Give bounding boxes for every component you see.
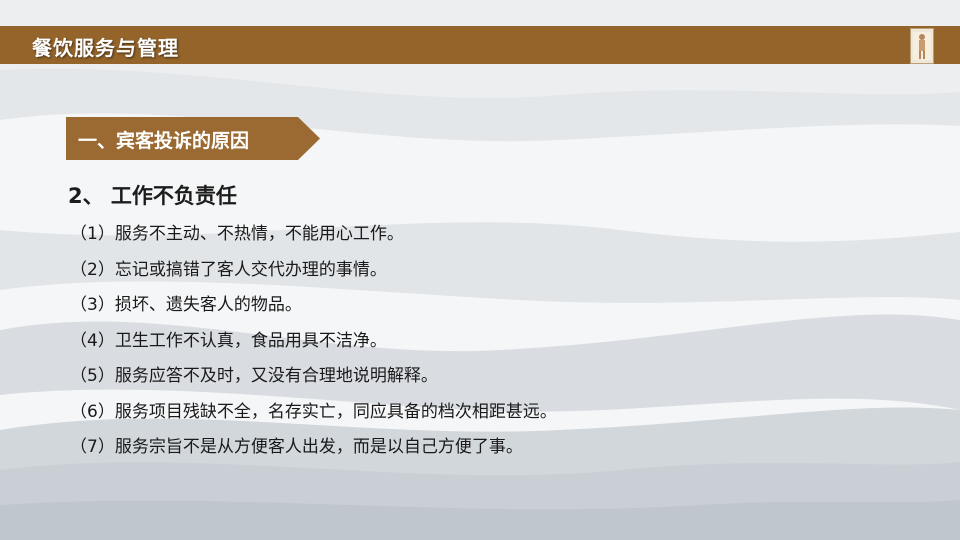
list-item: （1）服务不主动、不热情，不能用心工作。 <box>70 224 404 244</box>
reason-list: （1）服务不主动、不热情，不能用心工作。 （2）忘记或搞错了客人交代办理的事情。… <box>70 222 557 471</box>
figure-logo-icon <box>910 28 934 64</box>
sub-heading: 2、 工作不负责任 <box>68 184 237 208</box>
header-title: 餐饮服务与管理 <box>32 36 179 60</box>
section-tag: 一、宾客投诉的原因 <box>66 117 320 160</box>
list-item: （7）服务宗旨不是从方便客人出发，而是以自己方便了事。 <box>70 437 523 457</box>
section-tag-label: 一、宾客投诉的原因 <box>78 130 250 152</box>
list-item: （5）服务应答不及时，又没有合理地说明解释。 <box>70 366 438 386</box>
list-item: （3）损坏、遗失客人的物品。 <box>70 295 302 315</box>
list-item: （4）卫生工作不认真，食品用具不洁净。 <box>70 330 387 351</box>
list-item: （2）忘记或搞错了客人交代办理的事情。 <box>70 259 387 280</box>
header-bar: 餐饮服务与管理 <box>0 26 960 64</box>
list-item: （6）服务项目残缺不全，名存实亡，同应具备的档次相距甚远。 <box>70 401 557 422</box>
